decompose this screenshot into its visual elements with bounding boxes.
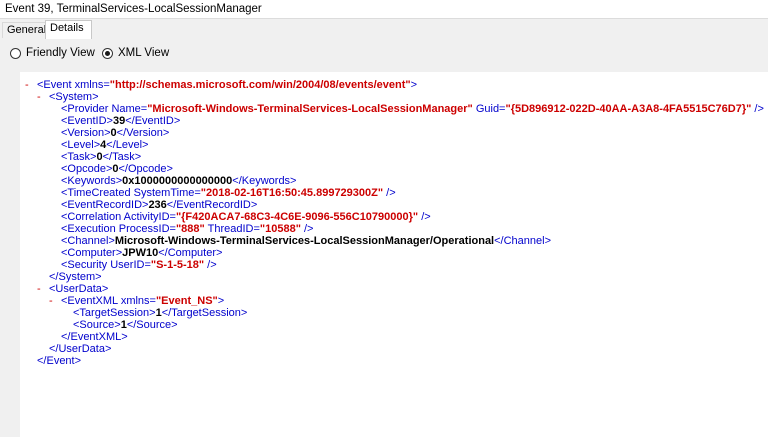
xml-line: <Provider Name="Microsoft-Windows-Termin…	[61, 103, 764, 115]
xml-line: </UserData>	[49, 343, 111, 355]
xml-line: - <Event xmlns="http://schemas.microsoft.…	[25, 79, 417, 91]
xml-tag: </TargetSession>	[161, 307, 248, 319]
xml-line: </Event>	[37, 355, 81, 367]
xml-line: </System>	[49, 271, 102, 283]
xml-tag: </EventXML>	[61, 331, 128, 343]
xml-line: <EventRecordID>236</EventRecordID>	[61, 199, 257, 211]
xml-tag: </Source>	[126, 319, 178, 331]
xml-line: <Security UserID="S-1-5-18" />	[61, 259, 217, 271]
tab-strip: General Details	[0, 19, 768, 40]
xml-tag: </Event>	[37, 355, 82, 367]
xml-tag: <Source>	[73, 319, 121, 331]
xml-line: <Level>4</Level>	[61, 139, 148, 151]
tab-details[interactable]: Details	[45, 20, 92, 39]
xml-tag: </Computer>	[158, 247, 223, 259]
xml-tag: <TimeCreated SystemTime=	[61, 187, 201, 199]
xml-text-value: 0x1000000000000000	[122, 175, 233, 187]
xml-text-value: 236	[148, 199, 167, 211]
window-titlebar: Event 39, TerminalServices-LocalSessionM…	[0, 0, 768, 19]
xml-tag: />	[383, 187, 396, 199]
xml-tag: </EventRecordID>	[166, 199, 258, 211]
xml-tag: <Event xmlns=	[37, 79, 110, 91]
xml-line: <Execution ProcessID="888" ThreadID="105…	[61, 223, 313, 235]
xml-tag: <Level>	[61, 139, 101, 151]
xml-tag: </Version>	[116, 127, 170, 139]
xml-tag: </UserData>	[49, 343, 112, 355]
radio-checked-icon	[102, 48, 113, 59]
xml-view-radio[interactable]: XML View	[102, 47, 172, 63]
details-panel: Friendly View XML View - <Event xmlns="ht…	[0, 39, 768, 437]
xml-line: <Task>0</Task>	[61, 151, 141, 163]
xml-attribute-value: "S-1-5-18"	[150, 259, 205, 271]
xml-tag: </Keywords>	[232, 175, 297, 187]
xml-tag: />	[204, 259, 217, 271]
xml-tag: </Task>	[102, 151, 142, 163]
xml-tag: >	[410, 79, 418, 91]
xml-attribute-value: "http://schemas.microsoft.com/win/2004/0…	[109, 79, 411, 91]
radio-unchecked-icon	[10, 48, 21, 59]
xml-line: </EventXML>	[61, 331, 128, 343]
xml-tag: <TargetSession>	[73, 307, 156, 319]
xml-attribute-value: "Microsoft-Windows-TerminalServices-Loca…	[147, 103, 473, 115]
xml-tag: <UserData>	[49, 283, 109, 295]
xml-line: <TimeCreated SystemTime="2018-02-16T16:5…	[61, 187, 396, 199]
window-title: Event 39, TerminalServices-LocalSessionM…	[5, 3, 262, 15]
xml-tag: <Execution ProcessID=	[61, 223, 176, 235]
xml-tag: <Security UserID=	[61, 259, 151, 271]
xml-line: <Opcode>0</Opcode>	[61, 163, 173, 175]
xml-text-value: Microsoft-Windows-TerminalServices-Local…	[114, 235, 495, 247]
xml-attribute-value: "10588"	[259, 223, 301, 235]
xml-tag: <Task>	[61, 151, 97, 163]
xml-attribute-value: "2018-02-16T16:50:45.899729300Z"	[200, 187, 384, 199]
xml-line: <Version>0</Version>	[61, 127, 169, 139]
xml-tag: />	[418, 211, 431, 223]
xml-line: <TargetSession>1</TargetSession>	[73, 307, 247, 319]
collapse-toggle[interactable]: -	[37, 283, 49, 295]
collapse-toggle[interactable]: -	[25, 79, 37, 91]
collapse-toggle[interactable]: -	[49, 295, 61, 307]
xml-tag: />	[300, 223, 314, 235]
xml-tag: >	[217, 295, 225, 307]
xml-tag: <EventXML xmlns=	[61, 295, 156, 307]
xml-tag: <Keywords>	[61, 175, 123, 187]
xml-attribute-value: "888"	[175, 223, 205, 235]
friendly-view-radio[interactable]: Friendly View	[10, 47, 95, 63]
xml-attribute-value: "Event_NS"	[155, 295, 218, 307]
xml-tag: </Channel>	[494, 235, 552, 247]
xml-tag: <EventID>	[61, 115, 113, 127]
xml-attribute-value: "{5D896912-022D-40AA-A3A8-4FA5515C76D7}"	[505, 103, 752, 115]
xml-line: - <EventXML xmlns="Event_NS">	[49, 295, 224, 307]
tab-general[interactable]: General	[2, 22, 46, 38]
xml-tag: </Level>	[106, 139, 149, 151]
xml-line: <Computer>JPW10</Computer>	[61, 247, 222, 259]
xml-line: <Correlation ActivityID="{F420ACA7-68C3-…	[61, 211, 431, 223]
xml-attribute-value: "{F420ACA7-68C3-4C6E-9096-556C10790000}"	[175, 211, 419, 223]
xml-tag: <EventRecordID>	[61, 199, 149, 211]
xml-text-value: 39	[112, 115, 126, 127]
xml-tag: </Opcode>	[118, 163, 173, 175]
xml-line: <Source>1</Source>	[73, 319, 178, 331]
xml-tag: <Version>	[61, 127, 111, 139]
xml-view-box[interactable]: - <Event xmlns="http://schemas.microsoft.…	[20, 72, 768, 437]
xml-tag: <Provider Name=	[61, 103, 148, 115]
xml-line: <Channel>Microsoft-Windows-TerminalServi…	[61, 235, 551, 247]
xml-view-label: XML View	[118, 47, 170, 59]
xml-tag: </EventID>	[125, 115, 181, 127]
xml-line: <EventID>39</EventID>	[61, 115, 180, 127]
friendly-view-label: Friendly View	[26, 47, 95, 59]
xml-tag: />	[751, 103, 764, 115]
xml-text-value: JPW10	[122, 247, 159, 259]
xml-tag: <Correlation ActivityID=	[61, 211, 176, 223]
xml-tag: <Opcode>	[61, 163, 113, 175]
xml-tag: ThreadID=	[204, 223, 260, 235]
xml-tag: Guid=	[472, 103, 506, 115]
xml-tag: </System>	[49, 271, 102, 283]
xml-line: - <System>	[37, 91, 99, 103]
collapse-toggle[interactable]: -	[37, 91, 49, 103]
xml-tag: <Channel>	[61, 235, 115, 247]
xml-tag: <System>	[49, 91, 99, 103]
xml-line: - <UserData>	[37, 283, 108, 295]
xml-tag: <Computer>	[61, 247, 123, 259]
xml-line: <Keywords>0x1000000000000000</Keywords>	[61, 175, 296, 187]
